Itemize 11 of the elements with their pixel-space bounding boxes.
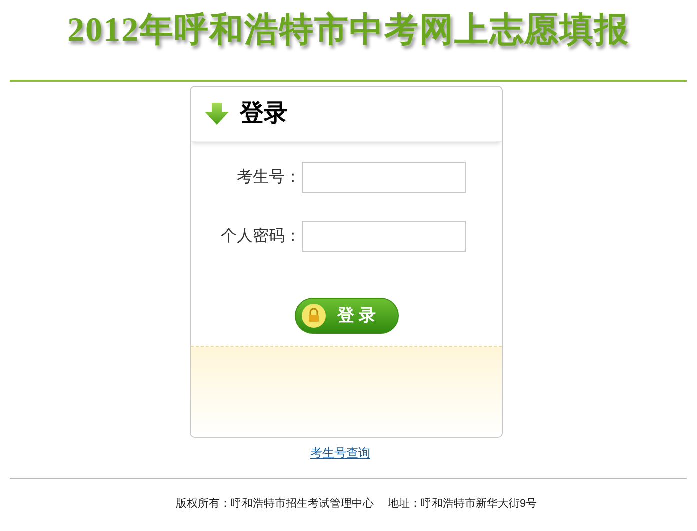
page-title: 2012年呼和浩特市中考网上志愿填报 bbox=[68, 10, 630, 51]
copyright-text: 版权所有：呼和浩特市招生考试管理中心 bbox=[176, 496, 374, 512]
input-field[interactable] bbox=[302, 162, 466, 193]
arrow-down-icon bbox=[204, 103, 230, 125]
address-text: 地址：呼和浩特市新华大街9号 bbox=[388, 496, 538, 512]
lookup-link[interactable]: 考生号查询 bbox=[310, 444, 370, 462]
panel-title: 登录 bbox=[240, 99, 288, 129]
lock-icon bbox=[302, 304, 326, 328]
input-field[interactable] bbox=[302, 221, 466, 252]
field-label: 考生号： bbox=[236, 168, 301, 188]
field-label: 个人密码： bbox=[220, 226, 301, 246]
